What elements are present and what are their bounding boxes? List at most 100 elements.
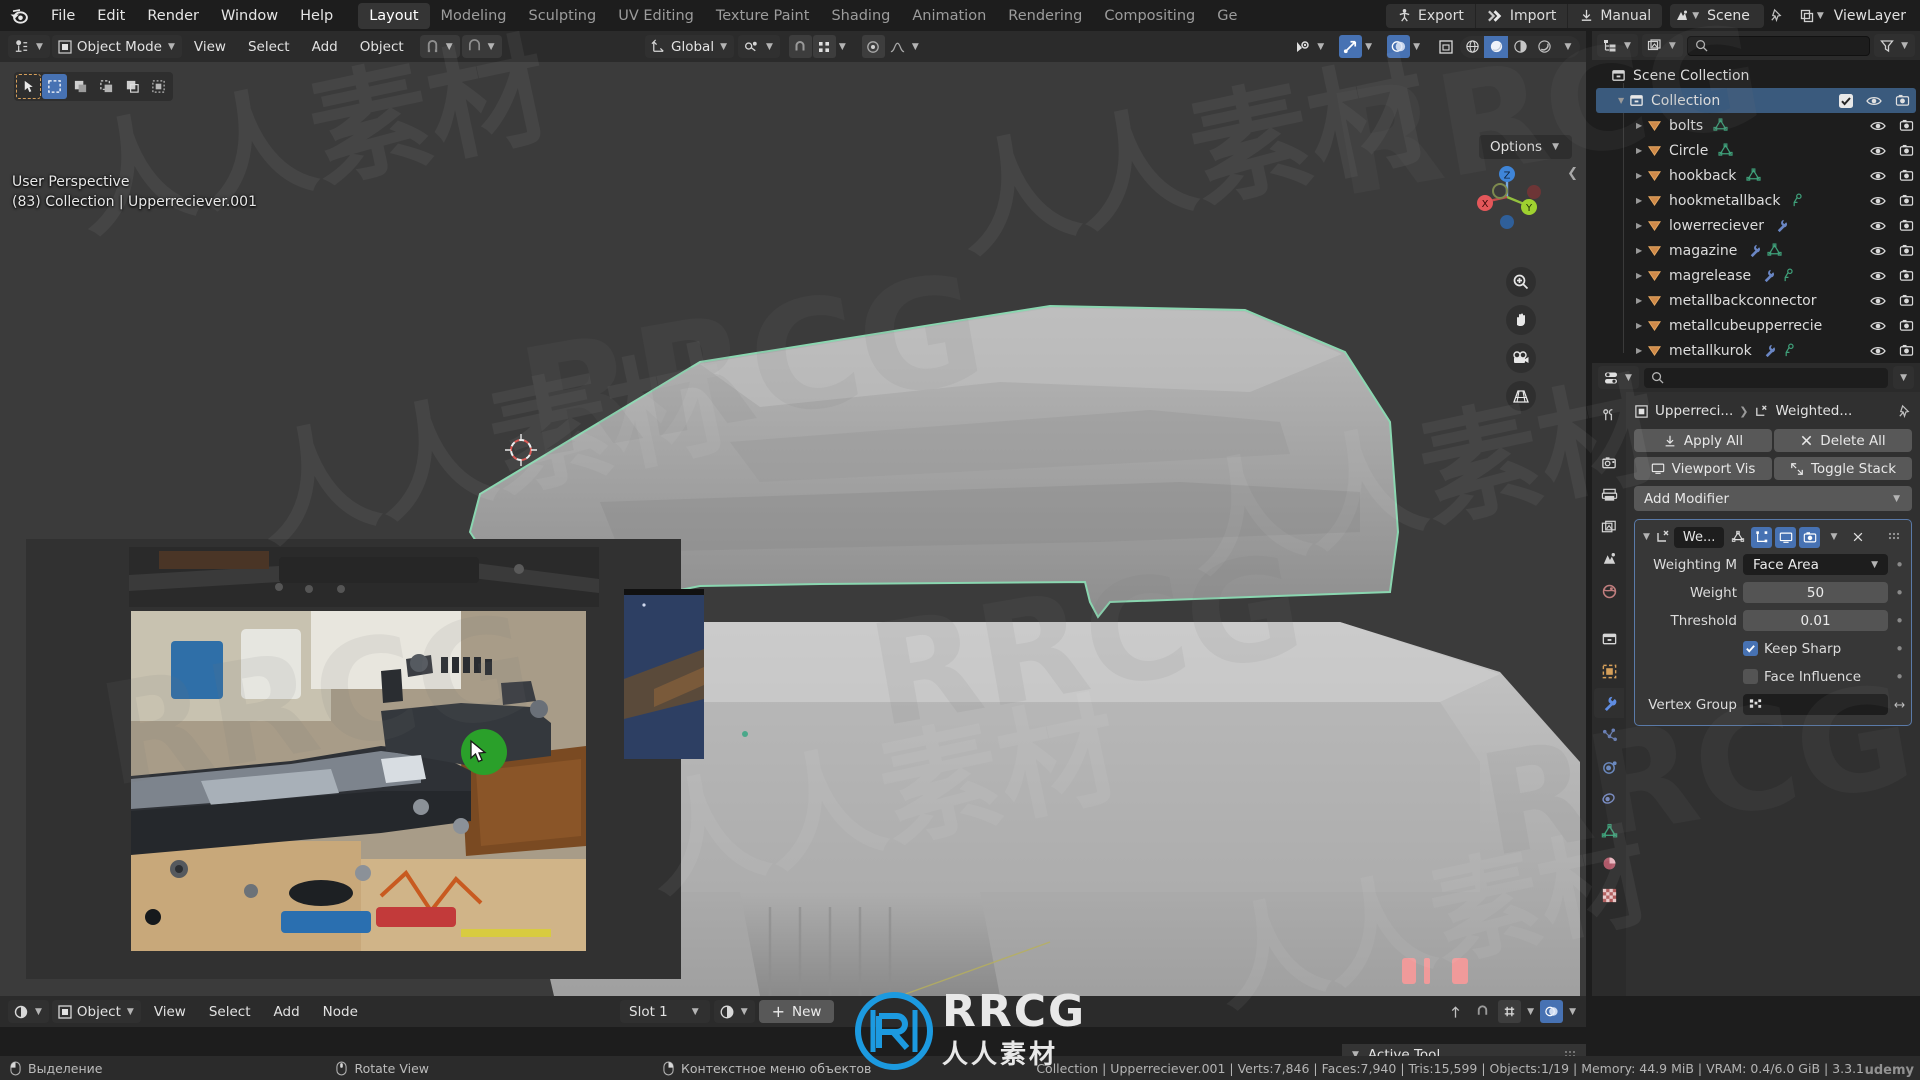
interaction-mode-selector[interactable]: Object Mode ▼ [51,35,182,58]
expand-triangle-right-icon[interactable]: ▶ [1636,246,1647,255]
workspace-tab-texture-paint[interactable]: Texture Paint [705,3,821,29]
tab-tool[interactable] [1594,400,1624,430]
outliner-row-hookmetallback[interactable]: ▶ hookmetallback [1592,188,1920,213]
shader-menu-select[interactable]: Select [199,1001,261,1023]
sidebar-toggle-icon[interactable]: ❮ [1567,166,1578,181]
chevron-down-icon[interactable]: ▼ [837,42,848,52]
expand-triangle-right-icon[interactable]: ▶ [1636,296,1647,305]
expand-triangle-right-icon[interactable]: ▶ [1636,271,1647,280]
outliner-row-metallcubeupperrecie[interactable]: ▶ metallcubeupperrecie [1592,313,1920,338]
disable-in-render-icon[interactable] [1899,319,1914,332]
modifier-on-cage-toggle[interactable] [1751,526,1773,548]
chevron-down-icon[interactable]: ▼ [1315,42,1326,52]
viewport-menu-select[interactable]: Select [238,36,300,58]
toggle-perspective-button[interactable] [1506,381,1536,411]
tab-constraints[interactable] [1594,784,1624,814]
tab-collection[interactable] [1594,624,1624,654]
tool-select-box[interactable] [42,74,67,99]
animate-property-dot[interactable]: • [1894,668,1905,686]
tab-modifiers[interactable] [1594,688,1624,718]
hide-in-viewport-icon[interactable] [1870,170,1886,182]
workspace-tab-rendering[interactable]: Rendering [997,3,1093,29]
workspace-tab-shading[interactable]: Shading [820,3,901,29]
scene-selector[interactable]: ▼ Scene [1670,3,1764,28]
workspace-tab-compositing[interactable]: Compositing [1093,3,1206,29]
hide-in-viewport-icon[interactable] [1870,145,1886,157]
properties-editor-type-selector[interactable]: ▼ [1598,366,1639,389]
workspace-tab-animation[interactable]: Animation [901,3,997,29]
expand-triangle-right-icon[interactable]: ▶ [1636,196,1647,205]
manual-button[interactable]: Manual [1568,4,1662,28]
tab-physics[interactable] [1594,752,1624,782]
chevron-down-icon[interactable]: ▼ [1363,42,1374,52]
disable-in-render-icon[interactable] [1899,269,1914,282]
hide-in-viewport-icon[interactable] [1870,295,1886,307]
reference-image-overlay[interactable] [26,539,704,979]
outliner-display-mode[interactable]: ▼ [1641,34,1683,57]
properties-options-button[interactable]: ▼ [1893,366,1914,389]
transform-orientation-selector[interactable]: Global ▼ [645,35,734,58]
pin-icon[interactable] [1764,8,1789,23]
editor-type-selector[interactable]: ▼ [8,35,50,58]
modifier-expand-chevron-icon[interactable]: ▼ [1641,532,1652,542]
outliner-editor[interactable]: ▼ ▼ ▼ Scene Collection ▼ Collection ▶ bo… [1592,31,1920,362]
menu-render[interactable]: Render [136,5,210,27]
keep-sharp-checkbox[interactable] [1743,641,1758,656]
hide-in-viewport-icon[interactable] [1870,195,1886,207]
animate-property-dot[interactable]: • [1894,640,1905,658]
tab-view-layer[interactable] [1594,512,1624,542]
disable-in-render-icon[interactable] [1895,94,1910,107]
invert-vertex-group-icon[interactable] [1894,699,1905,710]
expand-triangle-right-icon[interactable]: ▶ [1636,346,1647,355]
outliner-row-metallbackconnector[interactable]: ▶ metallbackconnector [1592,288,1920,313]
workspace-tab-geometry-nodes[interactable]: Ge [1206,3,1248,29]
tab-particles[interactable] [1594,720,1624,750]
new-material-button[interactable]: + New [758,1000,835,1023]
snap-target-selector[interactable] [812,35,836,58]
proportional-edit-toggle[interactable]: ▼ [419,35,460,58]
snap-to-node-button[interactable] [1444,1000,1467,1023]
modifier-render-toggle[interactable] [1799,526,1821,548]
menu-file[interactable]: File [40,5,86,27]
tool-select-lasso[interactable] [146,74,171,99]
disable-in-render-icon[interactable] [1899,119,1914,132]
export-button[interactable]: Export [1386,3,1476,28]
shader-editor-type-selector[interactable]: ▼ [8,1000,49,1023]
shader-menu-add[interactable]: Add [264,1001,310,1023]
face-influence-checkbox[interactable] [1743,669,1758,684]
weighting-mode-dropdown[interactable]: Face Area ▼ [1743,554,1888,575]
blender-logo-icon[interactable] [8,5,30,27]
tab-texture[interactable] [1594,880,1624,910]
camera-view-button[interactable] [1506,343,1536,373]
chevron-down-icon[interactable]: ▼ [910,42,921,52]
viewport-menu-object[interactable]: Object [350,36,414,58]
threshold-slider[interactable]: 0.01 [1743,610,1888,631]
outliner-filter-button[interactable]: ▼ [1874,34,1915,57]
shading-solid-button[interactable] [1484,35,1508,58]
snap-magnet-toggle[interactable] [788,35,812,58]
expand-triangle-right-icon[interactable]: ▶ [1636,121,1647,130]
disable-in-render-icon[interactable] [1899,144,1914,157]
disable-in-render-icon[interactable] [1899,244,1914,257]
outliner-row-circle[interactable]: ▶ Circle [1592,138,1920,163]
hide-in-viewport-icon[interactable] [1870,320,1886,332]
disable-in-render-icon[interactable] [1899,169,1914,182]
viewport-menu-add[interactable]: Add [302,36,348,58]
modifier-edit-mode-display-toggle[interactable] [1727,527,1748,548]
chevron-down-icon[interactable]: ▼ [1567,1007,1578,1017]
tool-select-subtract[interactable] [94,74,119,99]
shader-editor[interactable]: ▼ Object ▼ View Select Add Node Slot 1 ▼ [0,996,1586,1034]
outliner-editor-type-selector[interactable]: ▼ [1597,34,1638,57]
viewport-menu-view[interactable]: View [184,36,236,58]
menu-edit[interactable]: Edit [86,5,136,27]
proportional-edit-toggle[interactable] [861,35,885,58]
pin-id-icon[interactable] [1897,404,1912,419]
3d-viewport[interactable]: Options ▼ User Perspective (83) Collecti… [0,62,1586,996]
breadcrumb-object-name[interactable]: Upperreci... [1655,403,1733,419]
zoom-view-button[interactable] [1506,267,1536,297]
outliner-search-input[interactable] [1686,35,1871,56]
properties-search-input[interactable] [1643,367,1889,388]
material-slot-selector[interactable]: Slot 1 ▼ [620,1000,710,1023]
tool-tweak[interactable] [16,74,41,99]
hide-in-viewport-icon[interactable] [1870,245,1886,257]
